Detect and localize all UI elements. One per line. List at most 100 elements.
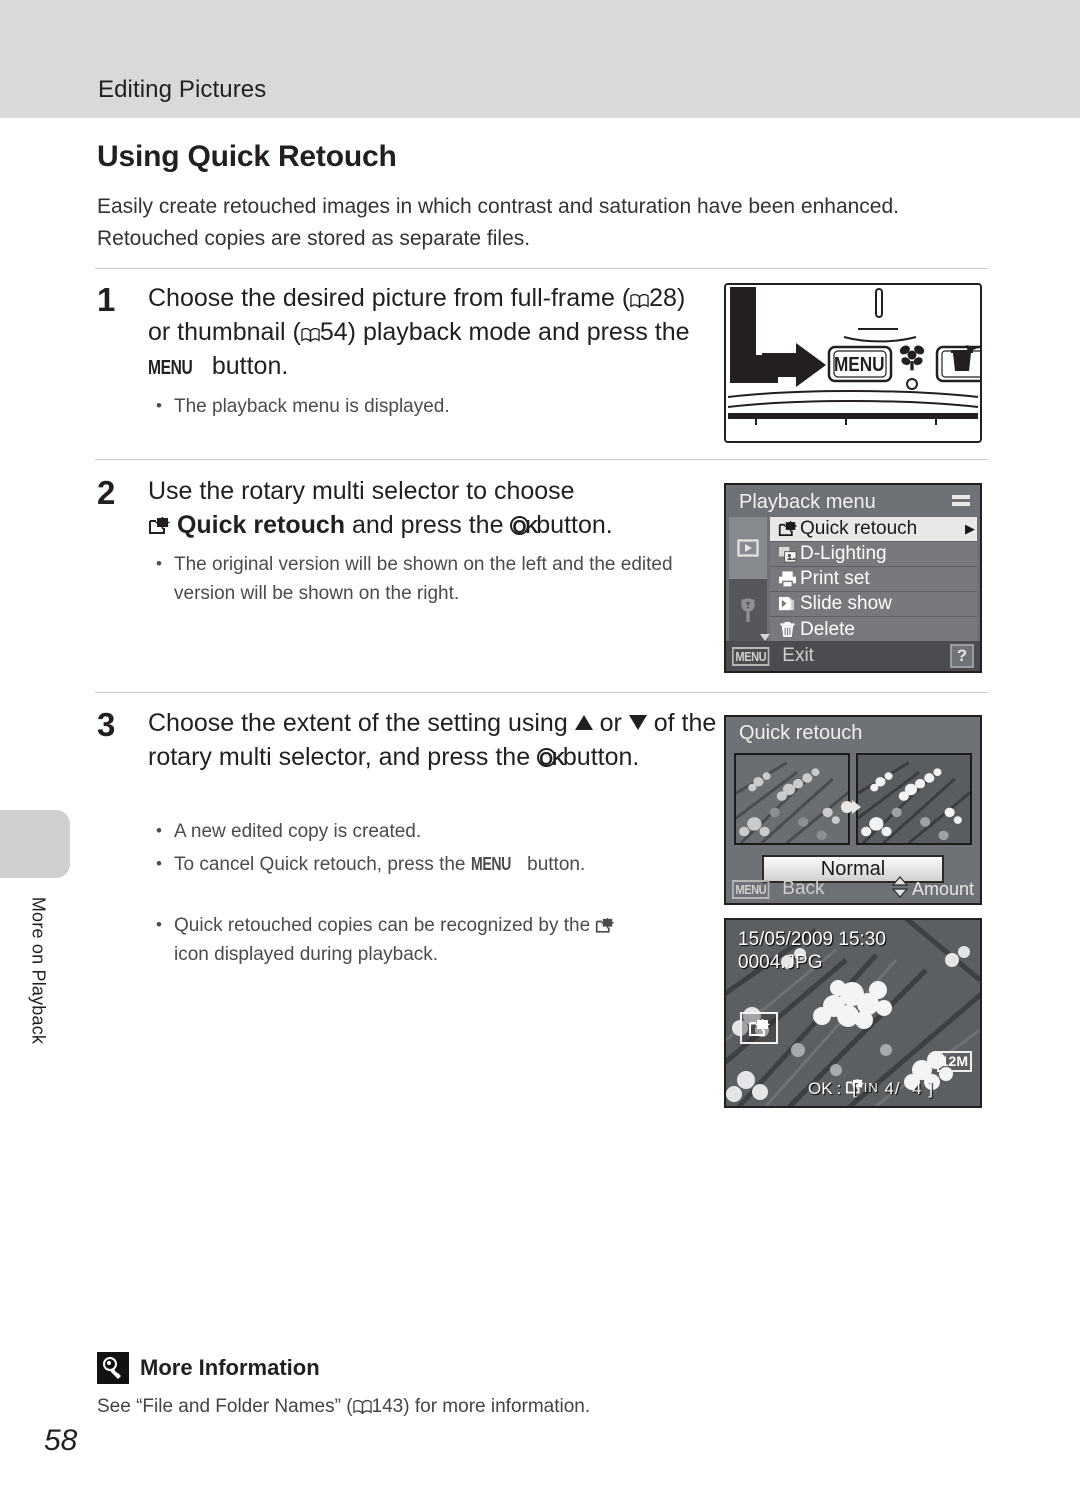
amount-label: Amount xyxy=(911,878,974,899)
step-2-number: 2 xyxy=(97,474,116,511)
bullet-text-b: icon displayed during playback. xyxy=(174,944,439,965)
sidebar-item-playback[interactable] xyxy=(729,517,767,579)
chevron-right-icon: ▶ xyxy=(965,521,975,536)
page-number: 58 xyxy=(44,1424,78,1457)
chapter-thumb-tab xyxy=(0,810,70,878)
camera-back-illustration: MENU xyxy=(724,283,982,443)
list-item: To cancel Quick retouch, press the MENU … xyxy=(148,849,728,879)
quick-retouch-icon xyxy=(774,520,800,538)
image-metadata: 15/05/2009 15:30 0004.JPG xyxy=(738,928,886,974)
d-lighting-icon xyxy=(774,546,800,563)
retouched-preview xyxy=(856,753,972,845)
playback-menu-title: Playback menu xyxy=(739,491,876,513)
playback-status-bar: OK : [ IN 4/ 4 ] xyxy=(726,1076,980,1102)
step-2-text-a: Use the rotary multi selector to choose xyxy=(148,477,575,505)
playback-menu-footer: MENU Exit ? xyxy=(726,641,980,671)
transform-arrow-icon xyxy=(840,799,866,815)
exit-label: Exit xyxy=(782,645,814,666)
page-ref: 143 xyxy=(371,1396,404,1417)
menu-tabstrip xyxy=(729,517,767,641)
section-title: Editing Pictures xyxy=(98,76,267,103)
menu-item-quick-retouch[interactable]: Quick retouch ▶ xyxy=(770,517,977,542)
list-item: The original version will be shown on th… xyxy=(148,549,708,608)
step-2-text-b: and press the xyxy=(345,511,511,539)
playback-menu-screenshot: Playback menu Quick retouch ▶ D-Lighting… xyxy=(724,483,982,673)
ok-button-glyph: OK xyxy=(510,516,538,537)
frame-current: 4/ xyxy=(884,1079,901,1098)
body-text-b: ) for more information. xyxy=(403,1396,591,1417)
step-1-bullets: The playback menu is displayed. xyxy=(148,391,708,425)
storage-indicator: IN xyxy=(863,1080,879,1095)
step-3-bullets: A new edited copy is created. To cancel … xyxy=(148,816,728,973)
more-information-title: More Information xyxy=(140,1355,320,1380)
amount-hint: Amount xyxy=(891,875,974,903)
menu-button-chip: MENU xyxy=(732,879,770,899)
menu-item-label: Slide show xyxy=(800,593,892,614)
playback-menu-list: Quick retouch ▶ D-Lighting Print set Sli… xyxy=(770,517,977,642)
quick-retouch-icon xyxy=(740,1012,778,1044)
step-2-text-c: button. xyxy=(529,511,613,539)
step-2-heading: Use the rotary multi selector to choose … xyxy=(148,474,708,542)
menu-item-label: Quick retouch xyxy=(800,518,918,539)
chapter-label: More on Playback xyxy=(28,896,49,1045)
step-1-text-a: Choose the desired picture from full-fra… xyxy=(148,284,631,312)
manual-page: Editing Pictures More on Playback 58 Usi… xyxy=(0,0,1080,1486)
arrow-up-icon xyxy=(574,715,593,730)
svg-text:MENU: MENU xyxy=(834,353,885,376)
book-ref-icon xyxy=(301,317,320,343)
intro-paragraph: Easily create retouched images in which … xyxy=(97,195,899,250)
back-label: Back xyxy=(782,878,825,899)
list-item: A new edited copy is created. xyxy=(148,816,728,846)
quick-retouch-title: Quick retouch xyxy=(739,722,863,744)
menu-item-slide-show[interactable]: Slide show xyxy=(770,592,977,617)
menu-item-print-set[interactable]: Print set xyxy=(770,567,977,592)
menu-button-glyph: MENU xyxy=(470,854,511,874)
step-2-bold: Quick retouch xyxy=(176,511,346,539)
step-1-heading: Choose the desired picture from full-fra… xyxy=(148,281,708,383)
menu-item-delete[interactable]: Delete xyxy=(770,617,977,642)
quick-retouch-screenshot: Quick retouch Normal MENU Back Amount xyxy=(724,715,982,905)
menu-button-chip: MENU xyxy=(732,646,770,666)
original-preview xyxy=(734,753,850,845)
ok-label: OK xyxy=(808,1079,833,1098)
list-item: Quick retouched copies can be recognized… xyxy=(148,910,728,969)
step-3-or: or xyxy=(592,709,629,737)
step-3-heading: Choose the extent of the setting using o… xyxy=(148,706,718,774)
body-text-a: See “File and Folder Names” ( xyxy=(97,1396,353,1417)
quick-retouch-footer: MENU Back Amount xyxy=(726,875,980,903)
menu-button-glyph: MENU xyxy=(148,357,193,379)
menu-item-d-lighting[interactable]: D-Lighting xyxy=(770,542,977,567)
menu-item-label: Delete xyxy=(800,618,855,640)
capture-datetime: 15/05/2009 15:30 xyxy=(738,929,886,950)
help-icon[interactable]: ? xyxy=(950,644,974,668)
more-information-body: See “File and Folder Names” ( 143) for mo… xyxy=(97,1396,590,1418)
slide-show-icon xyxy=(774,596,800,613)
step-3-number: 3 xyxy=(97,706,116,743)
menu-item-label: D-Lighting xyxy=(800,543,887,564)
quick-retouch-icon xyxy=(148,511,170,534)
step-3-text-c: button. xyxy=(555,743,640,771)
book-ref-icon xyxy=(630,283,649,309)
printer-icon xyxy=(774,570,800,588)
more-information-heading: More Information xyxy=(97,1352,320,1384)
step-1-text-d: button. xyxy=(204,352,289,380)
book-ref-icon xyxy=(352,1398,372,1415)
bullet-text-b: button. xyxy=(521,854,586,875)
quick-retouch-icon xyxy=(595,914,614,933)
step-1-text-c: ) playback mode and press the xyxy=(347,318,690,346)
lightbulb-icon xyxy=(97,1352,129,1384)
menu-indicator-icon xyxy=(952,495,970,508)
arrow-down-icon xyxy=(628,715,647,730)
frame-total: 4 xyxy=(912,1079,923,1098)
step-3-text-a: Choose the extent of the setting using xyxy=(148,709,575,737)
divider-3 xyxy=(95,692,988,693)
trash-icon xyxy=(774,621,800,638)
file-name: 0004.JPG xyxy=(738,952,823,973)
bullet-text-a: To cancel Quick retouch, press the xyxy=(174,854,471,875)
step-1-number: 1 xyxy=(97,281,116,318)
bullet-text-a: Quick retouched copies can be recognized… xyxy=(174,915,596,936)
divider-1 xyxy=(95,268,988,269)
image-size-badge: 12M xyxy=(936,1051,972,1072)
divider-2 xyxy=(95,459,988,460)
list-item: The playback menu is displayed. xyxy=(148,391,708,421)
